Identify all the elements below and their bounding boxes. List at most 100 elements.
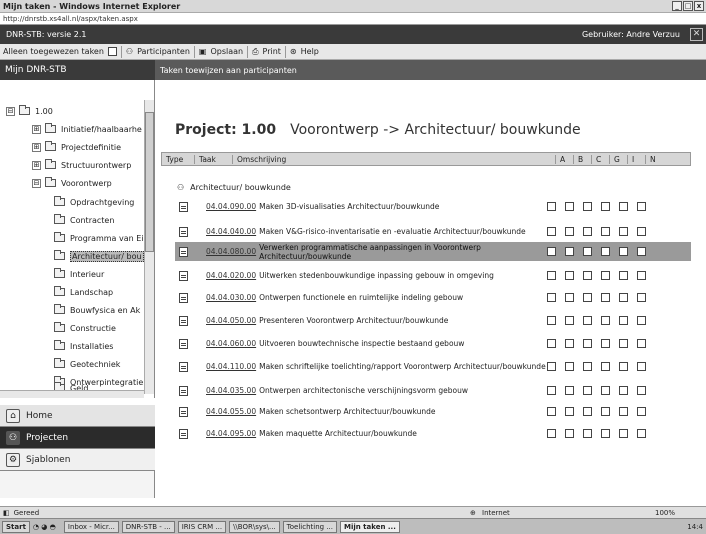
address-bar[interactable]: http://dnrstb.xs4all.nl/aspx/taken.aspx [0, 13, 706, 25]
taskbar-item[interactable]: \\BOR\sys\... [229, 520, 280, 533]
checkbox-a[interactable] [547, 407, 556, 416]
expand-icon[interactable]: ⊞ [32, 124, 41, 134]
checkbox-n[interactable] [637, 407, 646, 416]
participanten-button[interactable]: Participanten [137, 47, 190, 56]
tree-item-label[interactable]: Voorontwerp [61, 179, 112, 188]
checkbox-b[interactable] [565, 247, 574, 256]
checkbox-a[interactable] [547, 339, 556, 348]
col-type[interactable]: Type [162, 155, 194, 164]
checkbox-c[interactable] [583, 407, 592, 416]
table-row[interactable]: 04.04.040.00 Maken V&G-risico-inventarisa… [175, 222, 691, 241]
table-row[interactable]: 04.04.090.00 Maken 3D-visualisaties Archi… [175, 197, 691, 216]
checkbox-b[interactable] [565, 339, 574, 348]
checkbox-b[interactable] [565, 293, 574, 302]
task-code-link[interactable]: 04.04.050.00 [206, 316, 256, 325]
col-g[interactable]: G [609, 154, 627, 164]
tree-item-constructie[interactable]: Constructie [54, 321, 116, 335]
checkbox-c[interactable] [583, 362, 592, 371]
tree-item-architectuur[interactable]: Architectuur/ bou [54, 249, 144, 263]
tree-item-voorontwerp[interactable]: ⊟ Voorontwerp [32, 176, 112, 190]
tree-item-initiatief[interactable]: ⊞ Initiatief/haalbaarhe [32, 122, 142, 136]
checkbox-a[interactable] [547, 247, 556, 256]
tree-item-bouwfysica[interactable]: Bouwfysica en Ak [54, 303, 140, 317]
checkbox-b[interactable] [565, 407, 574, 416]
checkbox-g[interactable] [601, 429, 610, 438]
table-row[interactable]: 04.04.020.00 Uitwerken stedenbouwkundige … [175, 266, 691, 285]
taskbar-item[interactable]: Inbox - Micr... [63, 520, 119, 533]
checkbox-g[interactable] [601, 293, 610, 302]
close-button[interactable]: x [694, 1, 704, 11]
tree-item-label[interactable]: Geotechniek [70, 360, 120, 369]
tree-item-label[interactable]: Installaties [70, 342, 113, 351]
nav-sjablonen[interactable]: ⚙ Sjablonen [0, 449, 155, 471]
col-n[interactable]: N [645, 154, 663, 164]
task-code-link[interactable]: 04.04.090.00 [206, 202, 256, 211]
url-text[interactable]: http://dnrstb.xs4all.nl/aspx/taken.aspx [3, 15, 138, 23]
col-b[interactable]: B [573, 154, 591, 164]
checkbox-c[interactable] [583, 202, 592, 211]
checkbox-b[interactable] [565, 386, 574, 395]
task-code-link[interactable]: 04.04.040.00 [206, 227, 256, 236]
checkbox-c[interactable] [583, 386, 592, 395]
tree-item-label[interactable]: 1.00 [35, 107, 53, 116]
checkbox-i[interactable] [619, 339, 628, 348]
checkbox-c[interactable] [583, 271, 592, 280]
expand-icon[interactable]: ⊞ [32, 160, 41, 170]
tree-item-label[interactable]: Initiatief/haalbaarhe [61, 125, 142, 134]
checkbox-i[interactable] [619, 293, 628, 302]
checkbox-g[interactable] [601, 386, 610, 395]
checkbox-i[interactable] [619, 227, 628, 236]
checkbox-g[interactable] [601, 339, 610, 348]
task-code-link[interactable]: 04.04.080.00 [206, 247, 256, 256]
tree-item-interieur[interactable]: Interieur [54, 267, 104, 281]
table-row[interactable]: 04.04.110.00 Maken schriftelijke toelicht… [175, 357, 691, 376]
checkbox-n[interactable] [637, 339, 646, 348]
checkbox-i[interactable] [619, 316, 628, 325]
checkbox-c[interactable] [583, 429, 592, 438]
checkbox-a[interactable] [547, 202, 556, 211]
checkbox-a[interactable] [547, 271, 556, 280]
tree-item-label[interactable]: Bouwfysica en Ak [70, 306, 140, 315]
table-row[interactable]: 04.04.030.00 Ontwerpen functionele en rui… [175, 288, 691, 307]
task-code-link[interactable]: 04.04.055.00 [206, 407, 256, 416]
checkbox-g[interactable] [601, 407, 610, 416]
checkbox-a[interactable] [547, 293, 556, 302]
checkbox-i[interactable] [619, 386, 628, 395]
checkbox-i[interactable] [619, 271, 628, 280]
tree-item-opdrachtgeving[interactable]: Opdrachtgeving [54, 195, 134, 209]
checkbox-b[interactable] [565, 362, 574, 371]
checkbox-n[interactable] [637, 316, 646, 325]
task-code-link[interactable]: 04.04.030.00 [206, 293, 256, 302]
maximize-button[interactable]: □ [683, 1, 693, 11]
checkbox-n[interactable] [637, 362, 646, 371]
opslaan-button[interactable]: Opslaan [210, 47, 243, 56]
quicklaunch-icons[interactable]: ◔ ◕ ◓ [33, 523, 61, 531]
checkbox-i[interactable] [619, 362, 628, 371]
taskbar-item[interactable]: IRIS CRM ... [177, 520, 227, 533]
table-row[interactable]: 04.04.055.00 Maken schetsontwerp Architec… [175, 402, 691, 421]
print-button[interactable]: Print [263, 47, 281, 56]
table-row[interactable]: 04.04.050.00 Presenteren Voorontwerp Arch… [175, 311, 691, 330]
checkbox-i[interactable] [619, 429, 628, 438]
collapse-icon[interactable]: ⊟ [6, 106, 15, 116]
tree-item-label[interactable]: Contracten [70, 216, 114, 225]
checkbox-i[interactable] [619, 407, 628, 416]
col-taak[interactable]: Taak [194, 154, 232, 164]
filter-checkbox[interactable] [107, 47, 117, 56]
col-a[interactable]: A [555, 154, 573, 164]
checkbox-c[interactable] [583, 316, 592, 325]
checkbox-n[interactable] [637, 227, 646, 236]
tree-vertical-scrollbar[interactable] [144, 100, 154, 394]
checkbox-g[interactable] [601, 227, 610, 236]
taskbar-item[interactable]: DNR-STB - ... [121, 520, 175, 533]
checkbox-i[interactable] [619, 202, 628, 211]
taskbar-item-active[interactable]: Mijn taken ... [340, 520, 400, 533]
checkbox-b[interactable] [565, 227, 574, 236]
checkbox-i[interactable] [619, 247, 628, 256]
tree-item-label[interactable]: Projectdefinitie [61, 143, 121, 152]
checkbox-b[interactable] [565, 202, 574, 211]
tree-item-label[interactable]: Architectuur/ bou [70, 250, 144, 262]
table-row[interactable]: 04.04.060.00 Uitvoeren bouwtechnische ins… [175, 334, 691, 353]
tree-item-geotechniek[interactable]: Geotechniek [54, 357, 120, 371]
scrollbar-thumb[interactable] [145, 112, 154, 252]
